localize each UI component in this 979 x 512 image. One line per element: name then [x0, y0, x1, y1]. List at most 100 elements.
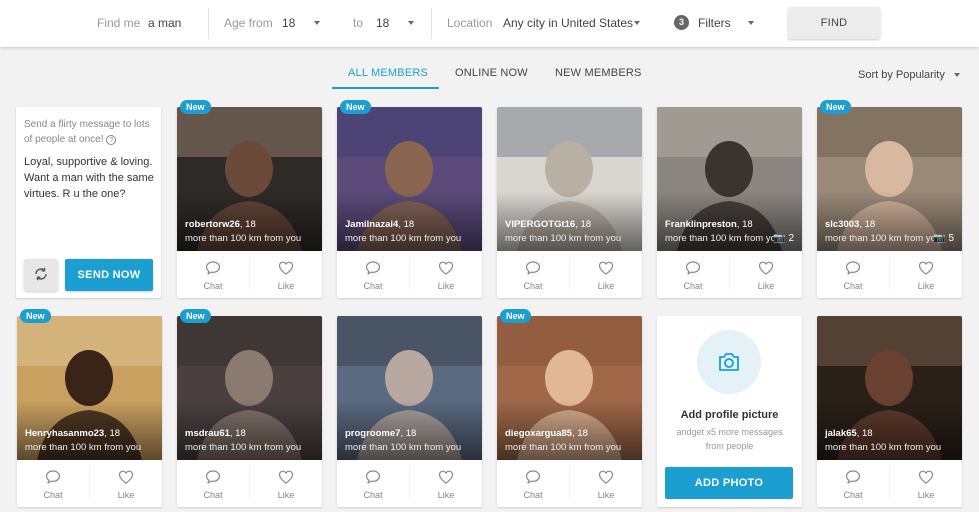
- chevron-down-icon[interactable]: [634, 21, 640, 25]
- member-name[interactable]: jalak65, 18: [825, 428, 873, 439]
- member-card[interactable]: VIPERGOTGt16, 18 more than 100 km from yo…: [497, 107, 642, 298]
- member-photo[interactable]: jalak65, 18 more than 100 km from you: [817, 316, 962, 460]
- member-photo[interactable]: Jamilnazal4, 18 more than 100 km from you: [337, 107, 482, 251]
- card-actions: Chat Like: [497, 251, 642, 298]
- like-button[interactable]: Like: [90, 460, 162, 507]
- camera-icon: 📷: [773, 233, 786, 244]
- member-card[interactable]: progroome7, 18 more than 100 km from you C…: [337, 316, 482, 507]
- find-button[interactable]: FIND: [788, 7, 880, 39]
- card-actions: Chat Like: [817, 460, 962, 507]
- member-name[interactable]: diegoxargua85, 18: [505, 428, 588, 439]
- tab-online-now[interactable]: ONLINE NOW: [455, 67, 528, 79]
- chevron-down-icon[interactable]: [314, 21, 320, 25]
- member-name[interactable]: Franklinpreston, 18: [665, 219, 753, 230]
- member-photo[interactable]: Franklinpreston, 18 more than 100 km from…: [657, 107, 802, 251]
- heart-icon: [598, 261, 614, 275]
- chat-label: Chat: [363, 281, 383, 291]
- like-label: Like: [917, 490, 935, 500]
- chat-button[interactable]: Chat: [497, 251, 569, 298]
- member-photo[interactable]: VIPERGOTGt16, 18 more than 100 km from yo…: [497, 107, 642, 251]
- member-card[interactable]: robertorw26, 18 more than 100 km from you…: [177, 100, 322, 298]
- like-button[interactable]: Like: [250, 251, 322, 298]
- like-label: Like: [917, 281, 935, 291]
- add-photo-button[interactable]: ADD PHOTO: [665, 467, 793, 499]
- like-button[interactable]: Like: [570, 251, 642, 298]
- heart-icon: [918, 261, 934, 275]
- chat-button[interactable]: Chat: [817, 460, 889, 507]
- chat-label: Chat: [523, 281, 543, 291]
- chat-button[interactable]: Chat: [337, 460, 409, 507]
- sort-dropdown[interactable]: Sort by Popularity: [858, 69, 945, 81]
- send-now-button[interactable]: SEND NOW: [65, 259, 153, 291]
- chat-button[interactable]: Chat: [337, 251, 409, 298]
- filters-dropdown[interactable]: Filters: [698, 16, 731, 30]
- active-tab-indicator: [332, 87, 439, 89]
- member-card[interactable]: slc3003, 18 more than 100 km from you 📷 5N…: [817, 100, 962, 298]
- chevron-down-icon[interactable]: [954, 73, 960, 77]
- member-photo[interactable]: slc3003, 18 more than 100 km from you 📷 5: [817, 107, 962, 251]
- chat-button[interactable]: Chat: [817, 251, 889, 298]
- card-actions: Chat Like: [337, 251, 482, 298]
- new-badge: New: [180, 309, 211, 323]
- flirty-hint: Send a flirty message to lots of people …: [24, 117, 154, 147]
- member-card[interactable]: jalak65, 18 more than 100 km from you Chat…: [817, 316, 962, 507]
- member-name[interactable]: robertorw26, 18: [185, 219, 256, 230]
- tab-new-members[interactable]: NEW MEMBERS: [555, 67, 642, 79]
- age-to-select[interactable]: 18: [376, 16, 389, 30]
- chat-bubble-icon: [365, 261, 381, 275]
- chat-bubble-icon: [365, 470, 381, 484]
- member-photo[interactable]: Henryhasanmo23, 18 more than 100 km from …: [17, 316, 162, 460]
- chat-label: Chat: [523, 490, 543, 500]
- new-badge: New: [340, 100, 371, 114]
- like-button[interactable]: Like: [570, 460, 642, 507]
- chat-label: Chat: [43, 490, 63, 500]
- card-actions: Chat Like: [177, 460, 322, 507]
- like-button[interactable]: Like: [730, 251, 802, 298]
- chat-label: Chat: [843, 281, 863, 291]
- heart-icon: [918, 470, 934, 484]
- chat-label: Chat: [683, 281, 703, 291]
- like-button[interactable]: Like: [890, 460, 962, 507]
- member-photo[interactable]: diegoxargua85, 18 more than 100 km from y…: [497, 316, 642, 460]
- chat-label: Chat: [843, 490, 863, 500]
- find-me-select[interactable]: a man: [148, 16, 181, 30]
- member-card[interactable]: msdrau61, 18 more than 100 km from you New…: [177, 309, 322, 507]
- member-card[interactable]: Henryhasanmo23, 18 more than 100 km from …: [17, 309, 162, 507]
- member-name[interactable]: VIPERGOTGt16, 18: [505, 219, 591, 230]
- chat-button[interactable]: Chat: [177, 251, 249, 298]
- location-select[interactable]: Any city in United States: [503, 16, 633, 30]
- age-to-label: to: [353, 16, 364, 30]
- photo-count: 📷 2: [773, 233, 794, 244]
- member-name[interactable]: msdrau61, 18: [185, 428, 246, 439]
- member-name[interactable]: Jamilnazal4, 18: [345, 219, 414, 230]
- chevron-down-icon[interactable]: [408, 21, 414, 25]
- like-button[interactable]: Like: [890, 251, 962, 298]
- refresh-message-button[interactable]: [24, 259, 58, 291]
- member-card[interactable]: Jamilnazal4, 18 more than 100 km from you…: [337, 100, 482, 298]
- member-card[interactable]: Franklinpreston, 18 more than 100 km from…: [657, 107, 802, 298]
- age-from-select[interactable]: 18: [282, 16, 295, 30]
- tab-all-members[interactable]: ALL MEMBERS: [348, 67, 428, 79]
- chat-button[interactable]: Chat: [657, 251, 729, 298]
- like-label: Like: [437, 490, 455, 500]
- heart-icon: [278, 261, 294, 275]
- member-photo[interactable]: progroome7, 18 more than 100 km from you: [337, 316, 482, 460]
- member-card[interactable]: diegoxargua85, 18 more than 100 km from y…: [497, 309, 642, 507]
- chevron-down-icon[interactable]: [748, 21, 754, 25]
- like-button[interactable]: Like: [410, 460, 482, 507]
- chat-button[interactable]: Chat: [497, 460, 569, 507]
- chat-button[interactable]: Chat: [17, 460, 89, 507]
- chat-button[interactable]: Chat: [177, 460, 249, 507]
- member-photo[interactable]: msdrau61, 18 more than 100 km from you: [177, 316, 322, 460]
- like-button[interactable]: Like: [410, 251, 482, 298]
- like-button[interactable]: Like: [250, 460, 322, 507]
- heart-icon: [598, 470, 614, 484]
- member-photo[interactable]: robertorw26, 18 more than 100 km from you: [177, 107, 322, 251]
- filters-count-badge: 3: [674, 15, 689, 30]
- new-badge: New: [180, 100, 211, 114]
- member-name[interactable]: Henryhasanmo23, 18: [25, 428, 120, 439]
- help-icon[interactable]: ?: [106, 135, 117, 145]
- member-name[interactable]: slc3003, 18: [825, 219, 875, 230]
- like-label: Like: [597, 281, 615, 291]
- member-name[interactable]: progroome7, 18: [345, 428, 416, 439]
